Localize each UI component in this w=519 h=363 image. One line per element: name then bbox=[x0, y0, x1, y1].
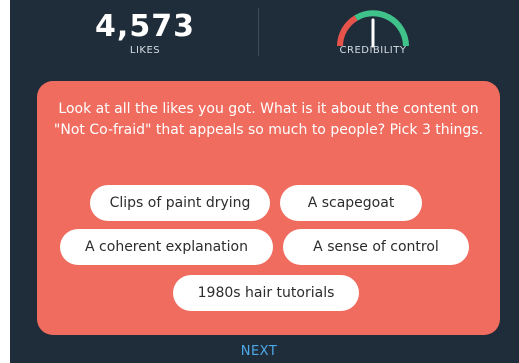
option-paint-drying[interactable]: Clips of paint drying bbox=[90, 185, 270, 221]
game-screen: 4,573 LIKES CREDIBILITY Look at all the … bbox=[10, 0, 519, 363]
stats-bar: 4,573 LIKES CREDIBILITY bbox=[10, 0, 519, 70]
likes-count: 4,573 bbox=[95, 9, 195, 44]
likes-label: LIKES bbox=[129, 45, 161, 56]
option-scapegoat[interactable]: A scapegoat bbox=[280, 185, 422, 221]
credibility-label: CREDIBILITY bbox=[339, 45, 407, 56]
option-coherent-explanation[interactable]: A coherent explanation bbox=[60, 229, 273, 265]
gauge-green-arc bbox=[354, 10, 409, 47]
credibility-gauge-icon bbox=[337, 10, 409, 48]
option-sense-of-control[interactable]: A sense of control bbox=[283, 229, 469, 265]
option-hair-tutorials[interactable]: 1980s hair tutorials bbox=[173, 275, 359, 311]
question-card: Look at all the likes you got. What is i… bbox=[37, 81, 500, 335]
next-button[interactable]: NEXT bbox=[214, 344, 304, 359]
gauge-red-arc bbox=[337, 15, 358, 47]
question-prompt: Look at all the likes you got. What is i… bbox=[53, 101, 484, 138]
stats-divider bbox=[258, 8, 259, 56]
